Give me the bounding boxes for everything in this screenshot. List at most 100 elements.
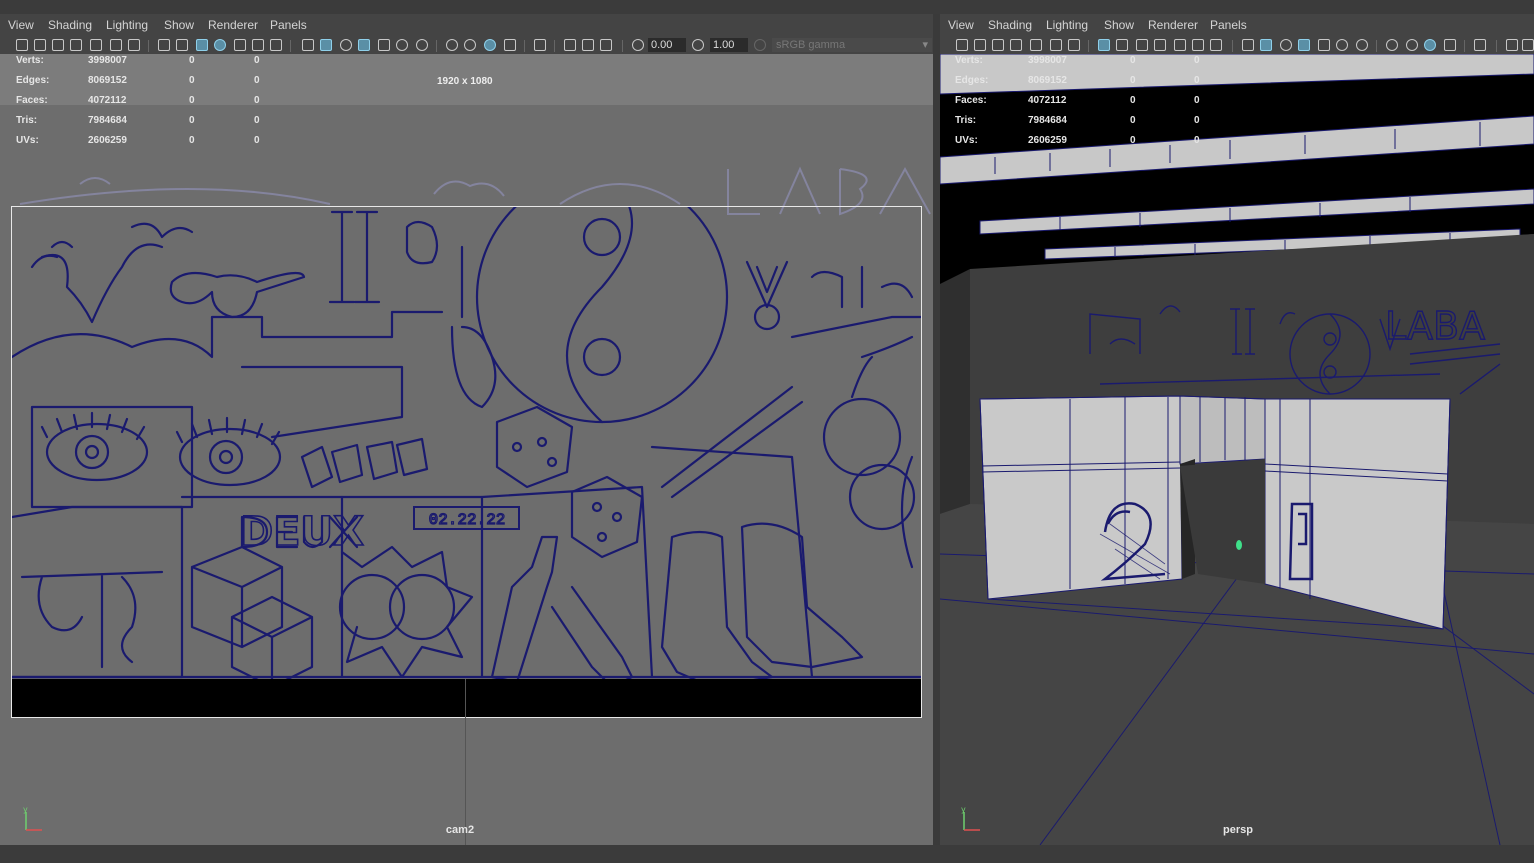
bookmark-icon[interactable] bbox=[1010, 39, 1022, 51]
menu-renderer[interactable]: Renderer bbox=[1148, 18, 1198, 32]
exposure-icon[interactable] bbox=[632, 39, 644, 51]
safe-title-icon[interactable] bbox=[1210, 39, 1222, 51]
film-gate-icon[interactable] bbox=[1116, 39, 1128, 51]
viewport-panel-cam2[interactable]: View Shading Lighting Show Renderer Pane… bbox=[0, 14, 933, 845]
panel-menubar: View Shading Lighting Show Renderer Pane… bbox=[940, 14, 1534, 36]
menu-renderer[interactable]: Renderer bbox=[208, 18, 258, 32]
hud-row-verts: Verts: 3998007 0 0 bbox=[0, 55, 300, 75]
isolate-icon[interactable] bbox=[1474, 39, 1486, 51]
menu-view[interactable]: View bbox=[948, 18, 974, 32]
menu-panels[interactable]: Panels bbox=[270, 18, 307, 32]
safe-action-icon[interactable] bbox=[252, 39, 264, 51]
color-management-icon[interactable] bbox=[754, 39, 766, 51]
default-material-icon[interactable] bbox=[340, 39, 352, 51]
viewport-panel-persp[interactable]: View Shading Lighting Show Renderer Pane… bbox=[940, 14, 1534, 845]
menu-view[interactable]: View bbox=[8, 18, 34, 32]
motion-blur-icon[interactable] bbox=[464, 39, 476, 51]
camera-icon[interactable] bbox=[956, 39, 968, 51]
viewport-persp[interactable]: LABA Verts: 3998007 0 0 Edges: 8069152 0… bbox=[940, 54, 1534, 845]
gamma-field[interactable]: 1.00 bbox=[710, 38, 748, 52]
panel-menubar: View Shading Lighting Show Renderer Pane… bbox=[0, 14, 933, 36]
antialias-icon[interactable] bbox=[484, 39, 496, 51]
grease-pencil-icon[interactable] bbox=[1068, 39, 1080, 51]
safe-title-icon[interactable] bbox=[270, 39, 282, 51]
wireframe-shading-icon[interactable] bbox=[302, 39, 314, 51]
depth-of-field-icon[interactable] bbox=[504, 39, 516, 51]
field-chart-icon[interactable] bbox=[1174, 39, 1186, 51]
menu-show[interactable]: Show bbox=[164, 18, 194, 32]
menu-shading[interactable]: Shading bbox=[988, 18, 1032, 32]
hud-label: UVs: bbox=[955, 135, 978, 146]
exposure-field[interactable]: 0.00 bbox=[648, 38, 686, 52]
viewport-cam2[interactable]: 02.22.22 DEUX 1920 x 1080 Verts: 3998007… bbox=[0, 54, 933, 845]
depth-of-field-icon[interactable] bbox=[1444, 39, 1456, 51]
grid-icon[interactable] bbox=[158, 39, 170, 51]
motion-blur-icon[interactable] bbox=[1406, 39, 1418, 51]
view-transform-label: sRGB gamma bbox=[776, 39, 846, 51]
camera-icon[interactable] bbox=[16, 39, 28, 51]
hud-label: Tris: bbox=[955, 115, 977, 126]
wireframe-on-shaded-icon[interactable] bbox=[1298, 39, 1310, 51]
gate-mask-icon[interactable] bbox=[1154, 39, 1166, 51]
hud-value: 0 bbox=[254, 135, 260, 146]
xray-active-icon[interactable] bbox=[600, 39, 612, 51]
textured-icon[interactable] bbox=[1318, 39, 1330, 51]
2d-pan-icon[interactable] bbox=[1050, 39, 1062, 51]
isolate-icon[interactable] bbox=[534, 39, 546, 51]
bookmark-icon[interactable] bbox=[70, 39, 82, 51]
grid-icon[interactable] bbox=[1098, 39, 1110, 51]
xray-joints-icon[interactable] bbox=[582, 39, 594, 51]
menu-panels[interactable]: Panels bbox=[1210, 18, 1247, 32]
hud-row-verts: Verts: 3998007 0 0 bbox=[940, 55, 1240, 75]
gate-mask-icon[interactable] bbox=[214, 39, 226, 51]
textured-icon[interactable] bbox=[378, 39, 390, 51]
hud-value: 0 bbox=[189, 135, 195, 146]
ambient-occlusion-icon[interactable] bbox=[1386, 39, 1398, 51]
hud-label: Tris: bbox=[16, 115, 38, 126]
hud-row-tris: Tris: 7984684 0 0 bbox=[940, 115, 1240, 135]
ambient-occlusion-icon[interactable] bbox=[446, 39, 458, 51]
light-icon[interactable] bbox=[396, 39, 408, 51]
antialias-icon[interactable] bbox=[1424, 39, 1436, 51]
xray-joints-icon[interactable] bbox=[1522, 39, 1534, 51]
hud-value: 0 bbox=[1130, 95, 1136, 106]
menu-lighting[interactable]: Lighting bbox=[1046, 18, 1088, 32]
menu-show[interactable]: Show bbox=[1104, 18, 1134, 32]
2d-pan-icon[interactable] bbox=[110, 39, 122, 51]
default-material-icon[interactable] bbox=[1280, 39, 1292, 51]
svg-text:y: y bbox=[23, 806, 28, 814]
xray-icon[interactable] bbox=[1506, 39, 1518, 51]
camera-attributes-icon[interactable] bbox=[974, 39, 986, 51]
selected-object[interactable] bbox=[1236, 540, 1242, 550]
hud-value: 7984684 bbox=[88, 115, 127, 126]
field-chart-icon[interactable] bbox=[234, 39, 246, 51]
camera-attributes-icon[interactable] bbox=[34, 39, 46, 51]
safe-action-icon[interactable] bbox=[1192, 39, 1204, 51]
image-plane-icon[interactable] bbox=[1030, 39, 1042, 51]
resolution-gate-icon[interactable] bbox=[196, 39, 208, 51]
mural-date-text: 02.22.22 bbox=[429, 511, 506, 529]
menu-shading[interactable]: Shading bbox=[48, 18, 92, 32]
xray-icon[interactable] bbox=[564, 39, 576, 51]
gamma-icon[interactable] bbox=[692, 39, 704, 51]
light-icon[interactable] bbox=[1336, 39, 1348, 51]
resolution-gate-icon[interactable] bbox=[1136, 39, 1148, 51]
image-plane-icon[interactable] bbox=[90, 39, 102, 51]
hud-value: 0 bbox=[189, 75, 195, 86]
menu-lighting[interactable]: Lighting bbox=[106, 18, 148, 32]
view-transform-dropdown[interactable]: sRGB gamma ▾ bbox=[772, 38, 932, 52]
hud-value: 0 bbox=[1194, 75, 1200, 86]
shadows-icon[interactable] bbox=[1356, 39, 1368, 51]
wireframe-shading-icon[interactable] bbox=[1242, 39, 1254, 51]
panel-splitter[interactable] bbox=[933, 14, 940, 845]
smooth-shading-icon[interactable] bbox=[320, 39, 332, 51]
film-gate-icon[interactable] bbox=[176, 39, 188, 51]
camera-lock-icon[interactable] bbox=[992, 39, 1004, 51]
shadows-icon[interactable] bbox=[416, 39, 428, 51]
camera-lock-icon[interactable] bbox=[52, 39, 64, 51]
grease-pencil-icon[interactable] bbox=[128, 39, 140, 51]
partition-left bbox=[979, 395, 1183, 600]
camera-name-label: persp bbox=[1223, 824, 1253, 836]
smooth-shading-icon[interactable] bbox=[1260, 39, 1272, 51]
wireframe-on-shaded-icon[interactable] bbox=[358, 39, 370, 51]
